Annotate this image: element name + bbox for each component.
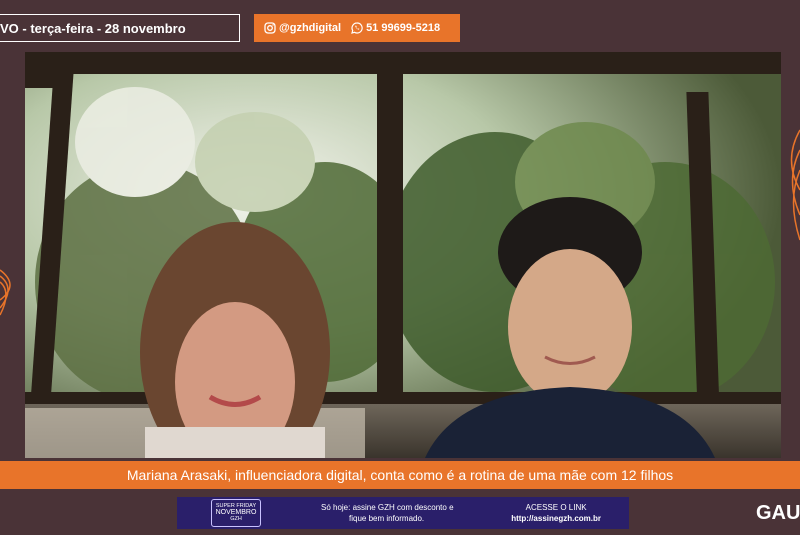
caption-bar: Mariana Arasaki, influenciadora digital,… <box>0 461 800 489</box>
ad-banner[interactable]: SUPER FRIDAY NOVEMBRO GZH Só hoje: assin… <box>177 497 629 529</box>
offer-line-2: fique bem informado. <box>349 514 425 523</box>
date-text: VO - terça-feira - 28 novembro <box>0 20 186 36</box>
super-friday-badge: SUPER FRIDAY NOVEMBRO GZH <box>211 499 261 527</box>
ad-cta[interactable]: ACESSE O LINK http://assinegzh.com.br <box>511 502 601 524</box>
caption-text: Mariana Arasaki, influenciadora digital,… <box>126 467 674 483</box>
cta-label: ACESSE O LINK <box>525 503 587 512</box>
instagram-contact[interactable]: @gzhdigital <box>264 22 341 34</box>
video-frame <box>25 52 781 458</box>
cta-url[interactable]: http://assinegzh.com.br <box>511 513 601 524</box>
live-date-banner: VO - terça-feira - 28 novembro <box>0 14 240 42</box>
whatsapp-contact[interactable]: 51 99699-5218 <box>351 22 440 34</box>
social-contacts: @gzhdigital 51 99699-5218 <box>254 14 460 42</box>
brand-logo: GAU <box>756 502 800 525</box>
logo-text: GAU <box>756 502 800 524</box>
video-scene <box>25 52 781 458</box>
decorative-arcs-right <box>790 129 800 241</box>
whatsapp-icon <box>351 22 363 34</box>
ad-offer-text: Só hoje: assine GZH com desconto e fique… <box>321 502 454 524</box>
badge-line-3: GZH <box>230 516 242 523</box>
instagram-handle: @gzhdigital <box>279 22 342 34</box>
whatsapp-number: 51 99699-5218 <box>366 22 441 34</box>
offer-line-1: Só hoje: assine GZH com desconto e <box>321 503 454 512</box>
instagram-icon <box>264 22 276 34</box>
decorative-arcs-left <box>0 269 11 316</box>
